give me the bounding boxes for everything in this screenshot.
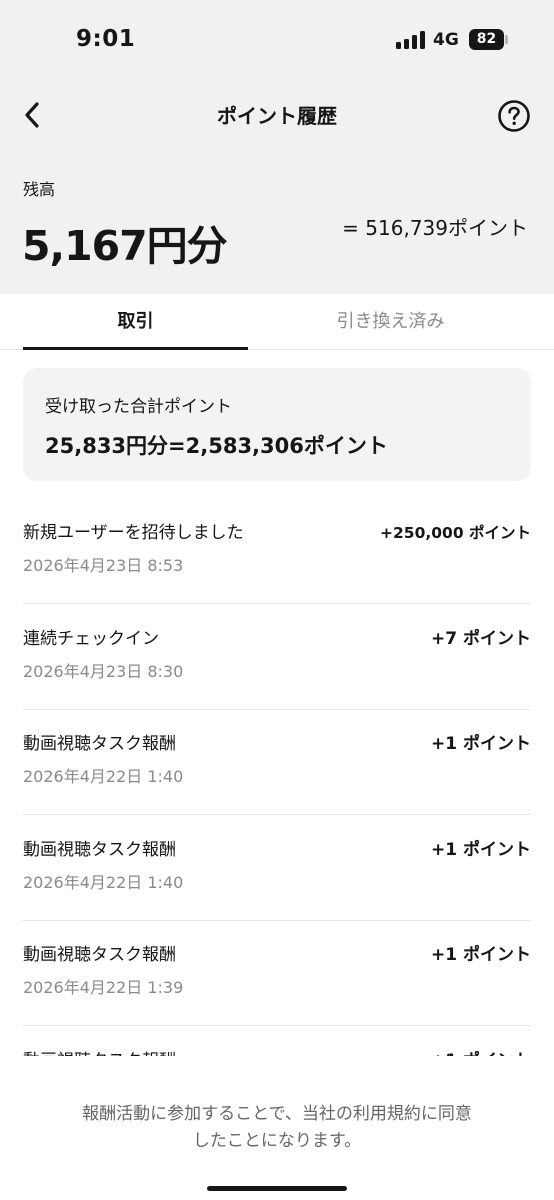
transaction-row[interactable]: 連続チェックイン 2026年4月23日 8:30 +7 ポイント bbox=[23, 604, 531, 710]
battery-cap bbox=[505, 35, 508, 44]
total-points-value: 25,833円分=2,583,306ポイント bbox=[45, 434, 388, 458]
transaction-title: 新規ユーザーを招待しました bbox=[23, 523, 244, 543]
balance-label: 残高 bbox=[23, 180, 56, 199]
total-points-card: 受け取った合計ポイント 25,833円分=2,583,306ポイント bbox=[23, 368, 531, 481]
transaction-amount: +1 ポイント bbox=[431, 840, 531, 860]
transaction-date: 2026年4月22日 1:39 bbox=[23, 978, 184, 997]
transaction-amount: +250,000 ポイント bbox=[380, 524, 531, 542]
tab-bar: 取引 引き換え済み bbox=[0, 294, 554, 350]
cellular-signal-icon bbox=[396, 31, 426, 49]
transaction-title: 連続チェックイン bbox=[23, 629, 159, 649]
balance-points: = 516,739ポイント bbox=[342, 216, 528, 240]
transaction-title: 動画視聴タスク報酬 bbox=[23, 734, 176, 754]
transaction-title: 動画視聴タスク報酬 bbox=[23, 945, 176, 965]
help-button[interactable] bbox=[497, 99, 531, 133]
transaction-row[interactable]: 動画視聴タスク報酬 2026年4月22日 1:39 +1 ポイント bbox=[23, 920, 531, 1026]
status-time: 9:01 bbox=[76, 26, 136, 52]
transaction-amount: +7 ポイント bbox=[431, 629, 531, 649]
transaction-date: 2026年4月23日 8:53 bbox=[23, 556, 184, 575]
transaction-amount: +1 ポイント bbox=[431, 734, 531, 754]
tab-transactions[interactable]: 取引 bbox=[23, 294, 248, 350]
terms-notice-line-1: 報酬活動に参加することで、当社の利用規約に同意 bbox=[82, 1104, 472, 1124]
active-tab-indicator bbox=[23, 347, 248, 350]
transaction-date: 2026年4月22日 1:40 bbox=[23, 873, 184, 892]
terms-notice-line-2: したことになります。 bbox=[192, 1131, 362, 1151]
question-circle-icon bbox=[498, 100, 530, 132]
page-title: ポイント履歴 bbox=[217, 104, 337, 128]
transaction-date: 2026年4月23日 8:30 bbox=[23, 662, 184, 681]
terms-notice: 報酬活動に参加することで、当社の利用規約に同意 したことになります。 bbox=[0, 1101, 554, 1155]
transaction-row[interactable]: 動画視聴タスク報酬 2026年4月22日 1:40 +1 ポイント bbox=[23, 709, 531, 815]
transaction-row[interactable]: 新規ユーザーを招待しました 2026年4月23日 8:53 +250,000 ポ… bbox=[23, 498, 531, 604]
balance-value: 5,167円分 bbox=[22, 222, 228, 270]
transaction-date: 2026年4月22日 1:40 bbox=[23, 767, 184, 786]
header-area: 9:01 4G 82 ポイント履歴 残高 5,167円分 = 516,739ポイ… bbox=[0, 0, 554, 294]
total-points-label: 受け取った合計ポイント bbox=[45, 397, 232, 417]
transaction-amount: +1 ポイント bbox=[431, 945, 531, 965]
transaction-title: 動画視聴タスク報酬 bbox=[23, 840, 176, 860]
battery-icon: 82 bbox=[469, 29, 504, 50]
tab-redeemed[interactable]: 引き換え済み bbox=[278, 294, 503, 350]
network-type: 4G bbox=[433, 30, 459, 50]
transaction-row[interactable]: 動画視聴タスク報酬 2026年4月22日 1:40 +1 ポイント bbox=[23, 815, 531, 921]
home-indicator bbox=[207, 1186, 347, 1191]
